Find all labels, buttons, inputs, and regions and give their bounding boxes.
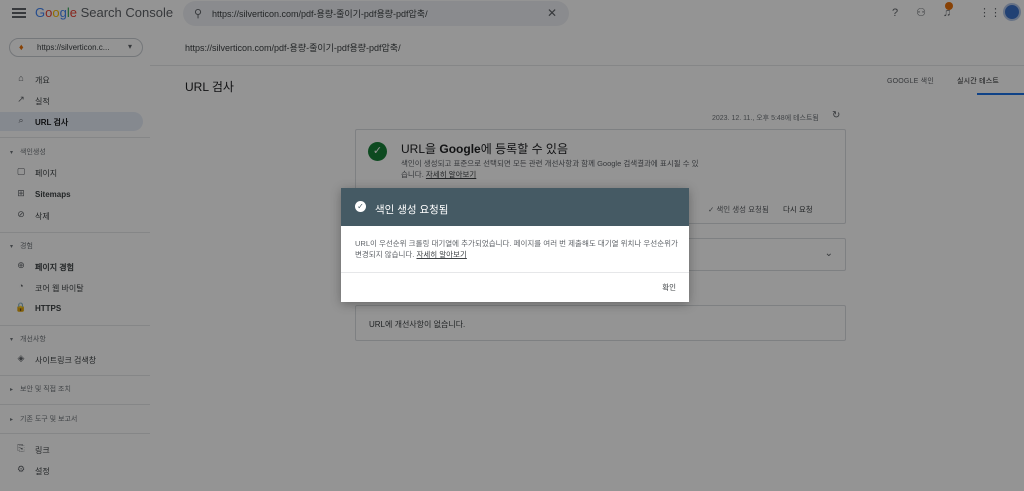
dialog-learn-more-link[interactable]: 자세히 알아보기 — [416, 250, 466, 259]
dialog-title: 색인 생성 요청됨 — [375, 204, 449, 216]
indexing-requested-dialog: ✓ 색인 생성 요청됨 URL이 우선순위 크롤링 대기열에 추가되었습니다. … — [341, 188, 689, 302]
check-circle-icon: ✓ — [355, 201, 366, 212]
dialog-body: URL이 우선순위 크롤링 대기열에 추가되었습니다. 페이지를 여러 번 제출… — [355, 238, 680, 260]
ok-button[interactable]: 확인 — [662, 282, 676, 293]
divider — [341, 272, 689, 273]
dialog-header: ✓ 색인 생성 요청됨 — [341, 188, 689, 226]
dialog-body-text: URL이 우선순위 크롤링 대기열에 추가되었습니다. 페이지를 여러 번 제출… — [355, 239, 678, 259]
